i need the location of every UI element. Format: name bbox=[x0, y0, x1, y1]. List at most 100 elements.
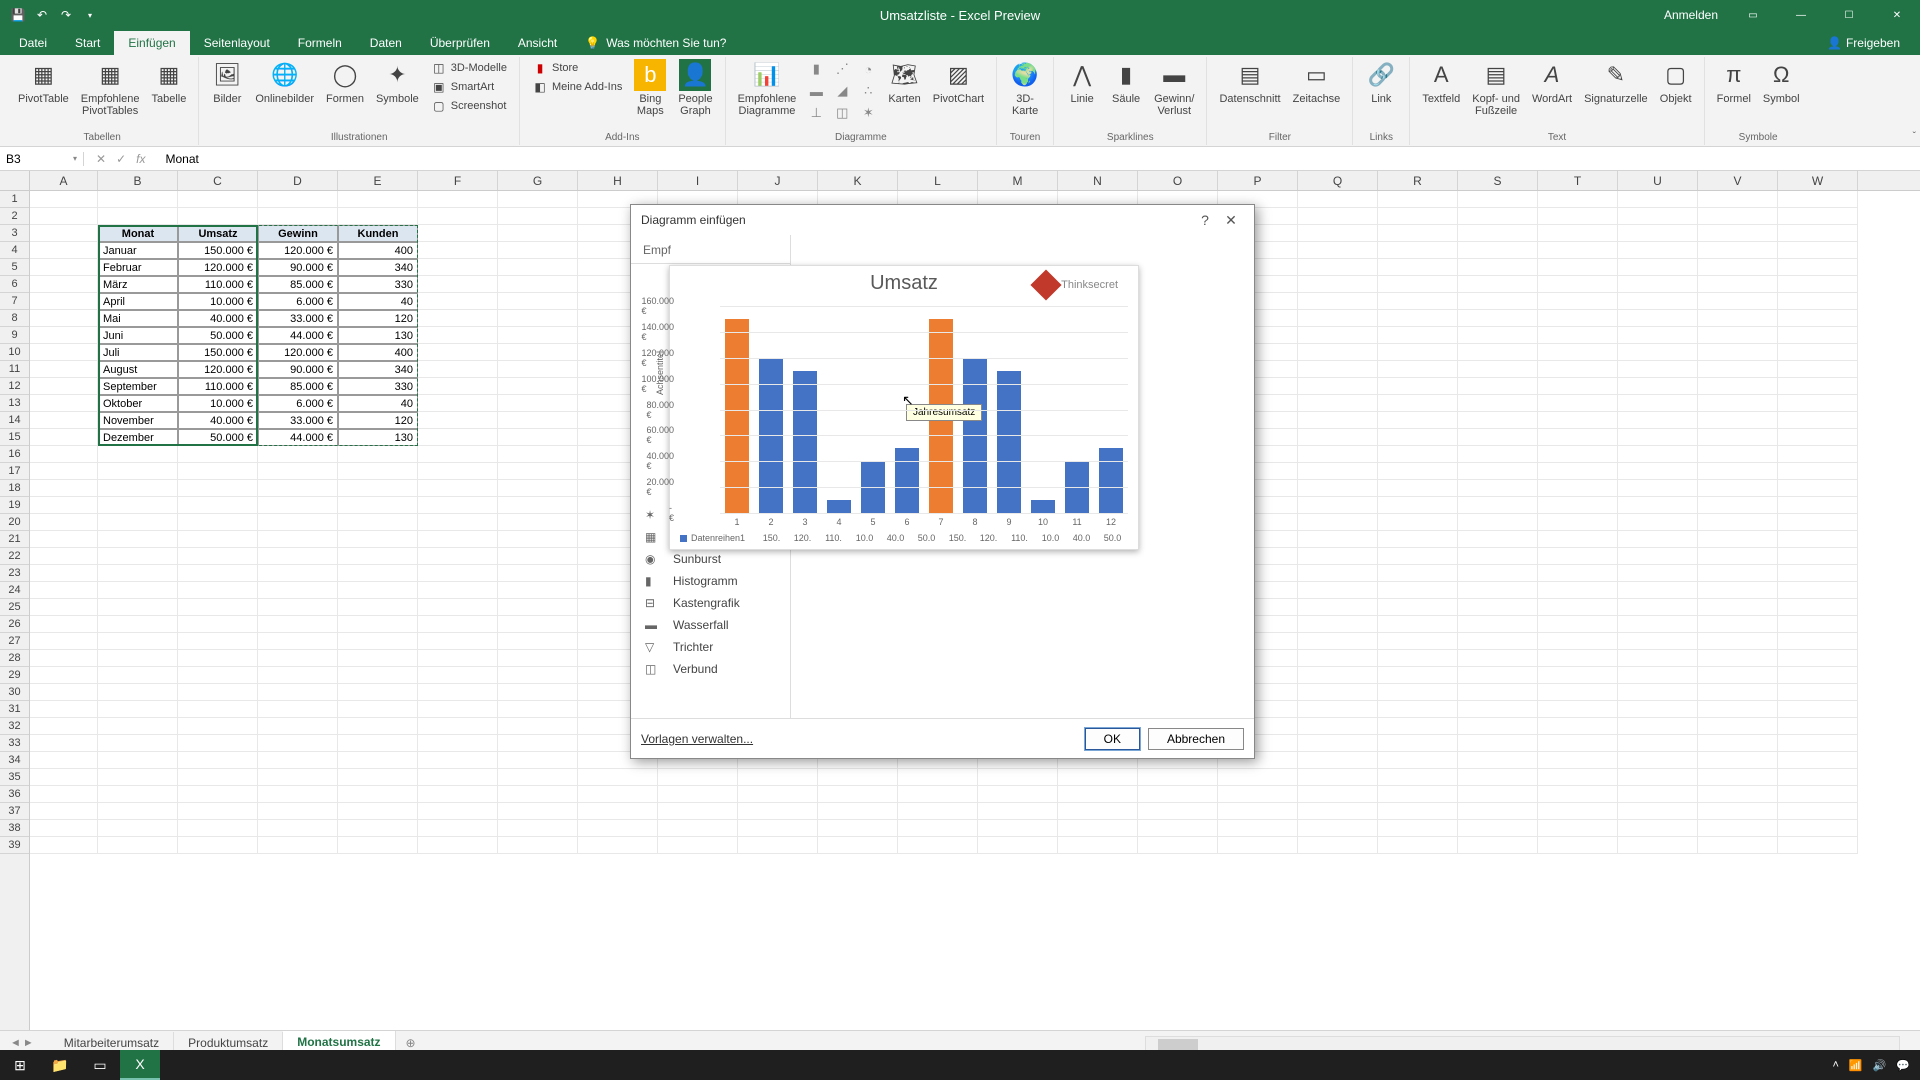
cell[interactable] bbox=[1378, 616, 1458, 633]
cell[interactable] bbox=[418, 684, 498, 701]
cell[interactable] bbox=[1218, 837, 1298, 854]
cell[interactable] bbox=[418, 259, 498, 276]
cell[interactable] bbox=[1458, 327, 1538, 344]
enter-formula-icon[interactable]: ✓ bbox=[116, 152, 126, 166]
cell[interactable] bbox=[498, 684, 578, 701]
cell[interactable] bbox=[498, 514, 578, 531]
cell[interactable]: 330 bbox=[338, 276, 418, 293]
cell[interactable] bbox=[1298, 514, 1378, 531]
models3d-button[interactable]: ◫3D-Modelle bbox=[427, 59, 511, 77]
cell[interactable] bbox=[98, 514, 178, 531]
cell[interactable] bbox=[178, 599, 258, 616]
row-header-11[interactable]: 11 bbox=[0, 361, 29, 378]
cell[interactable] bbox=[338, 548, 418, 565]
cell[interactable] bbox=[498, 208, 578, 225]
cell[interactable] bbox=[1378, 701, 1458, 718]
cell[interactable] bbox=[1378, 378, 1458, 395]
cell[interactable] bbox=[98, 735, 178, 752]
cell[interactable] bbox=[30, 803, 98, 820]
cell[interactable] bbox=[1778, 786, 1858, 803]
cell[interactable] bbox=[1778, 191, 1858, 208]
cell[interactable] bbox=[1618, 752, 1698, 769]
cell[interactable] bbox=[98, 565, 178, 582]
cell[interactable] bbox=[1618, 276, 1698, 293]
cell[interactable] bbox=[1458, 276, 1538, 293]
tray-volume-icon[interactable]: 🔊 bbox=[1873, 1059, 1887, 1072]
chart-type-wasserfall[interactable]: ▬Wasserfall bbox=[631, 614, 790, 636]
cell[interactable] bbox=[258, 667, 338, 684]
col-header-M[interactable]: M bbox=[978, 171, 1058, 190]
3dmap-button[interactable]: 🌍3D- Karte bbox=[1003, 57, 1047, 119]
row-header-28[interactable]: 28 bbox=[0, 650, 29, 667]
symbol-button[interactable]: ΩSymbol bbox=[1757, 57, 1806, 107]
select-all-corner[interactable] bbox=[0, 171, 30, 191]
cell[interactable] bbox=[418, 480, 498, 497]
cell[interactable] bbox=[1778, 718, 1858, 735]
cell[interactable] bbox=[1458, 633, 1538, 650]
row-header-24[interactable]: 24 bbox=[0, 582, 29, 599]
cell[interactable] bbox=[1618, 633, 1698, 650]
cell[interactable] bbox=[30, 633, 98, 650]
cell[interactable] bbox=[1778, 837, 1858, 854]
cell[interactable] bbox=[30, 378, 98, 395]
chart-type-histogramm[interactable]: ▮Histogramm bbox=[631, 570, 790, 592]
cell[interactable] bbox=[1778, 616, 1858, 633]
cell[interactable] bbox=[1458, 191, 1538, 208]
cell[interactable] bbox=[1378, 208, 1458, 225]
cell[interactable] bbox=[498, 310, 578, 327]
cell[interactable] bbox=[1298, 378, 1378, 395]
cell[interactable] bbox=[1378, 650, 1458, 667]
cell[interactable] bbox=[1298, 548, 1378, 565]
shapes-button[interactable]: ◯Formen bbox=[320, 57, 370, 107]
cell[interactable] bbox=[1298, 803, 1378, 820]
cell[interactable] bbox=[738, 837, 818, 854]
cell[interactable] bbox=[418, 242, 498, 259]
row-header-17[interactable]: 17 bbox=[0, 463, 29, 480]
cell[interactable] bbox=[498, 378, 578, 395]
cell[interactable] bbox=[1778, 514, 1858, 531]
screenshot-button[interactable]: ▢Screenshot bbox=[427, 97, 511, 115]
cell[interactable] bbox=[1698, 480, 1778, 497]
row-headers[interactable]: 1234567891011121314151617181920212223242… bbox=[0, 191, 30, 1030]
cell[interactable] bbox=[178, 548, 258, 565]
recommended-charts-button[interactable]: 📊Empfohlene Diagramme bbox=[732, 57, 803, 119]
cell[interactable] bbox=[98, 650, 178, 667]
cell[interactable] bbox=[1378, 803, 1458, 820]
online-pictures-button[interactable]: 🌐Onlinebilder bbox=[249, 57, 320, 107]
cell[interactable]: Juni bbox=[98, 327, 178, 344]
cell[interactable] bbox=[258, 480, 338, 497]
cell[interactable] bbox=[1298, 531, 1378, 548]
cell[interactable] bbox=[1298, 242, 1378, 259]
area-chart-icon[interactable]: ◢ bbox=[830, 81, 854, 101]
cell[interactable] bbox=[30, 667, 98, 684]
cell[interactable] bbox=[1778, 344, 1858, 361]
cell[interactable] bbox=[30, 701, 98, 718]
cell[interactable] bbox=[1618, 667, 1698, 684]
cell[interactable] bbox=[1058, 786, 1138, 803]
row-header-6[interactable]: 6 bbox=[0, 276, 29, 293]
cell[interactable] bbox=[1378, 684, 1458, 701]
redo-icon[interactable]: ↷ bbox=[58, 7, 74, 23]
cell[interactable] bbox=[418, 701, 498, 718]
scatter-chart-icon[interactable]: ∴ bbox=[856, 81, 880, 101]
cell[interactable] bbox=[258, 735, 338, 752]
pivotchart-button[interactable]: ▨PivotChart bbox=[927, 57, 990, 107]
save-icon[interactable]: 💾 bbox=[10, 7, 26, 23]
cell[interactable] bbox=[1458, 735, 1538, 752]
row-header-26[interactable]: 26 bbox=[0, 616, 29, 633]
cell[interactable]: Dezember bbox=[98, 429, 178, 446]
cell[interactable] bbox=[98, 786, 178, 803]
cell[interactable] bbox=[1298, 344, 1378, 361]
cell[interactable] bbox=[98, 446, 178, 463]
cell[interactable] bbox=[1378, 667, 1458, 684]
cell[interactable] bbox=[98, 820, 178, 837]
col-header-K[interactable]: K bbox=[818, 171, 898, 190]
cell[interactable] bbox=[1538, 463, 1618, 480]
cell[interactable] bbox=[1458, 837, 1538, 854]
cell[interactable] bbox=[498, 344, 578, 361]
cell[interactable] bbox=[498, 395, 578, 412]
cell[interactable] bbox=[1378, 837, 1458, 854]
cell[interactable] bbox=[1698, 599, 1778, 616]
cell[interactable] bbox=[1378, 565, 1458, 582]
cell[interactable] bbox=[1698, 548, 1778, 565]
